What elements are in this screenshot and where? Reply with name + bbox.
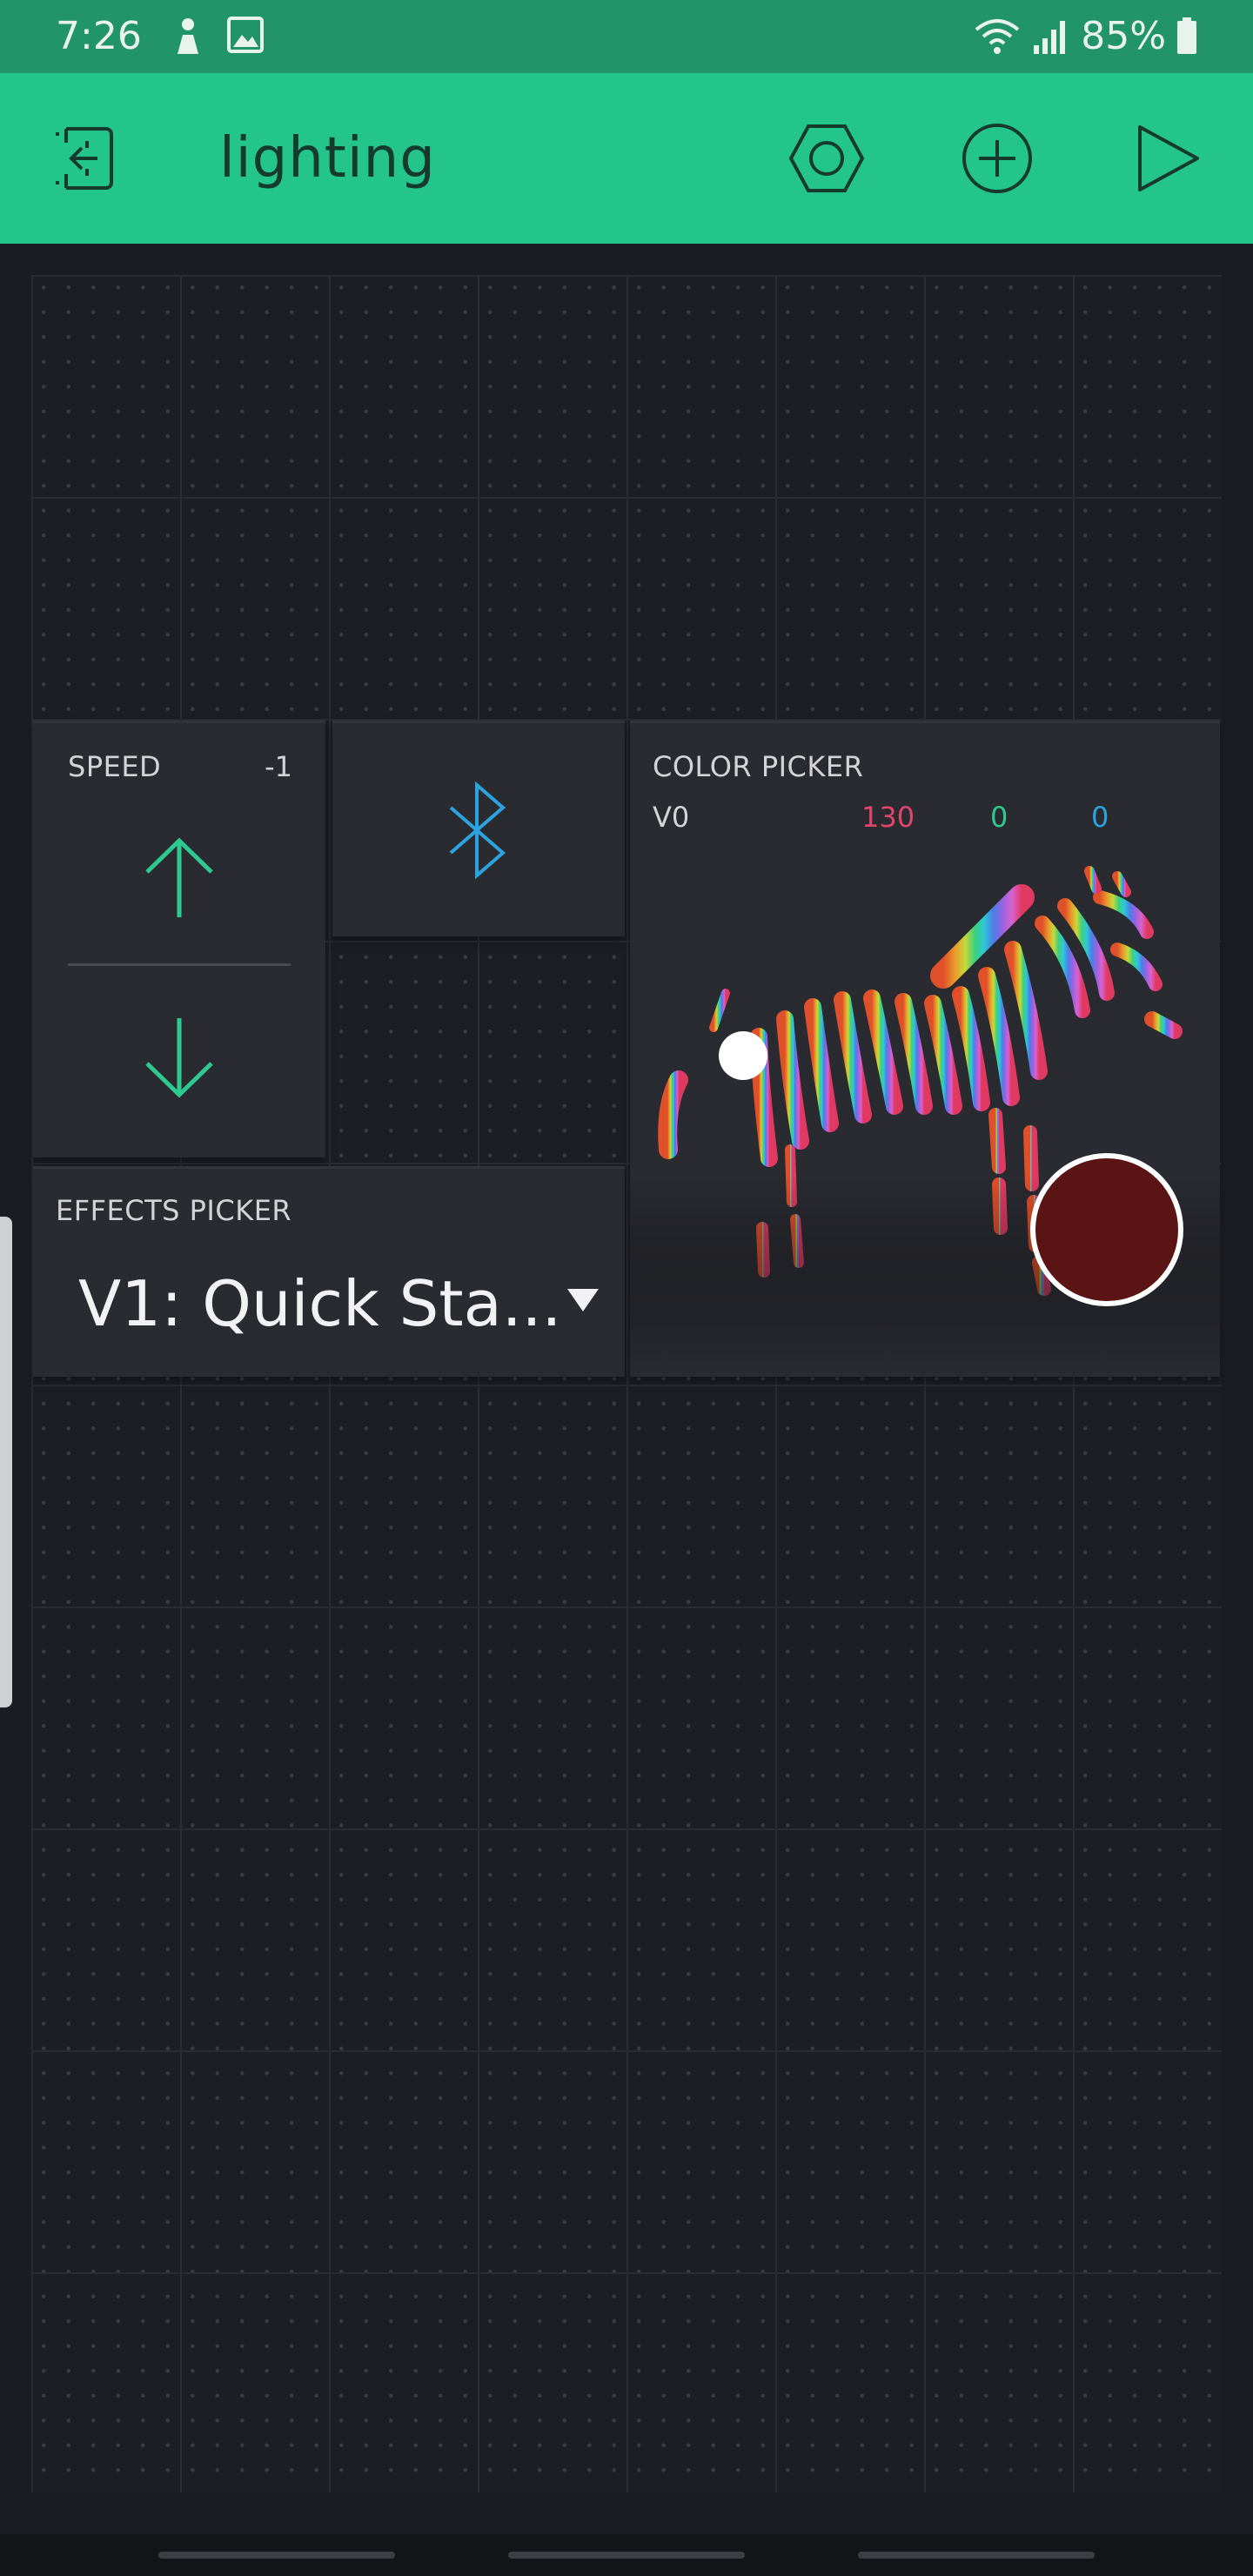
red-value: 130 xyxy=(861,801,915,834)
add-widget-button[interactable] xyxy=(955,117,1039,200)
notification-person-icon xyxy=(178,18,198,54)
project-title: lighting xyxy=(219,126,436,191)
back-button[interactable] xyxy=(44,117,127,200)
bluetooth-icon xyxy=(449,781,506,879)
speed-up-button[interactable] xyxy=(68,803,291,951)
battery-percent: 85% xyxy=(1081,14,1166,58)
edge-panel-handle[interactable] xyxy=(0,1217,12,1707)
dashboard-canvas xyxy=(31,275,1222,2492)
color-picker-label: COLOR PICKER xyxy=(653,750,864,783)
arrow-down-icon xyxy=(145,1018,213,1098)
nav-home-button[interactable] xyxy=(508,2552,745,2559)
selected-color-preview xyxy=(1030,1153,1183,1306)
blue-value: 0 xyxy=(1091,801,1109,834)
wifi-icon xyxy=(975,19,1020,54)
color-wheel-area[interactable] xyxy=(630,845,1220,1376)
speed-widget: SPEED -1 xyxy=(33,721,325,1157)
hexagon-nut-icon xyxy=(788,124,865,192)
nav-recents-button[interactable] xyxy=(158,2552,395,2559)
speed-value: -1 xyxy=(265,750,292,783)
speed-divider xyxy=(68,963,291,966)
exit-to-left-icon xyxy=(56,127,113,190)
app-toolbar: lighting xyxy=(0,73,1253,244)
battery-icon xyxy=(1177,17,1196,54)
speed-label: SPEED xyxy=(68,750,162,783)
signal-icon xyxy=(1034,21,1066,54)
notification-image-icon xyxy=(227,17,264,53)
bluetooth-widget[interactable] xyxy=(332,721,625,936)
play-button[interactable] xyxy=(1126,117,1209,200)
play-icon xyxy=(1138,125,1199,191)
dropdown-triangle-icon xyxy=(567,1289,599,1311)
plus-circle-icon xyxy=(962,124,1032,193)
status-time: 7:26 xyxy=(56,14,142,58)
color-picker-knob[interactable] xyxy=(719,1031,767,1080)
speed-down-button[interactable] xyxy=(68,984,291,1132)
navigation-bar xyxy=(0,2534,1253,2576)
green-value: 0 xyxy=(990,801,1008,834)
effects-selected-value: V1: Quick Sta... xyxy=(78,1267,562,1340)
effects-dropdown[interactable]: V1: Quick Sta... xyxy=(78,1256,600,1352)
color-pin: V0 xyxy=(653,801,690,834)
settings-button[interactable] xyxy=(785,117,868,200)
nav-back-button[interactable] xyxy=(858,2552,1095,2559)
effects-picker-widget: EFFECTS PICKER V1: Quick Sta... xyxy=(33,1166,625,1377)
arrow-up-icon xyxy=(145,837,213,917)
color-picker-widget: COLOR PICKER V0 130 0 0 xyxy=(630,721,1220,1377)
status-right: 85% xyxy=(973,12,1197,61)
effects-label: EFFECTS PICKER xyxy=(56,1194,292,1227)
status-bar: 7:26 85% xyxy=(0,0,1253,73)
